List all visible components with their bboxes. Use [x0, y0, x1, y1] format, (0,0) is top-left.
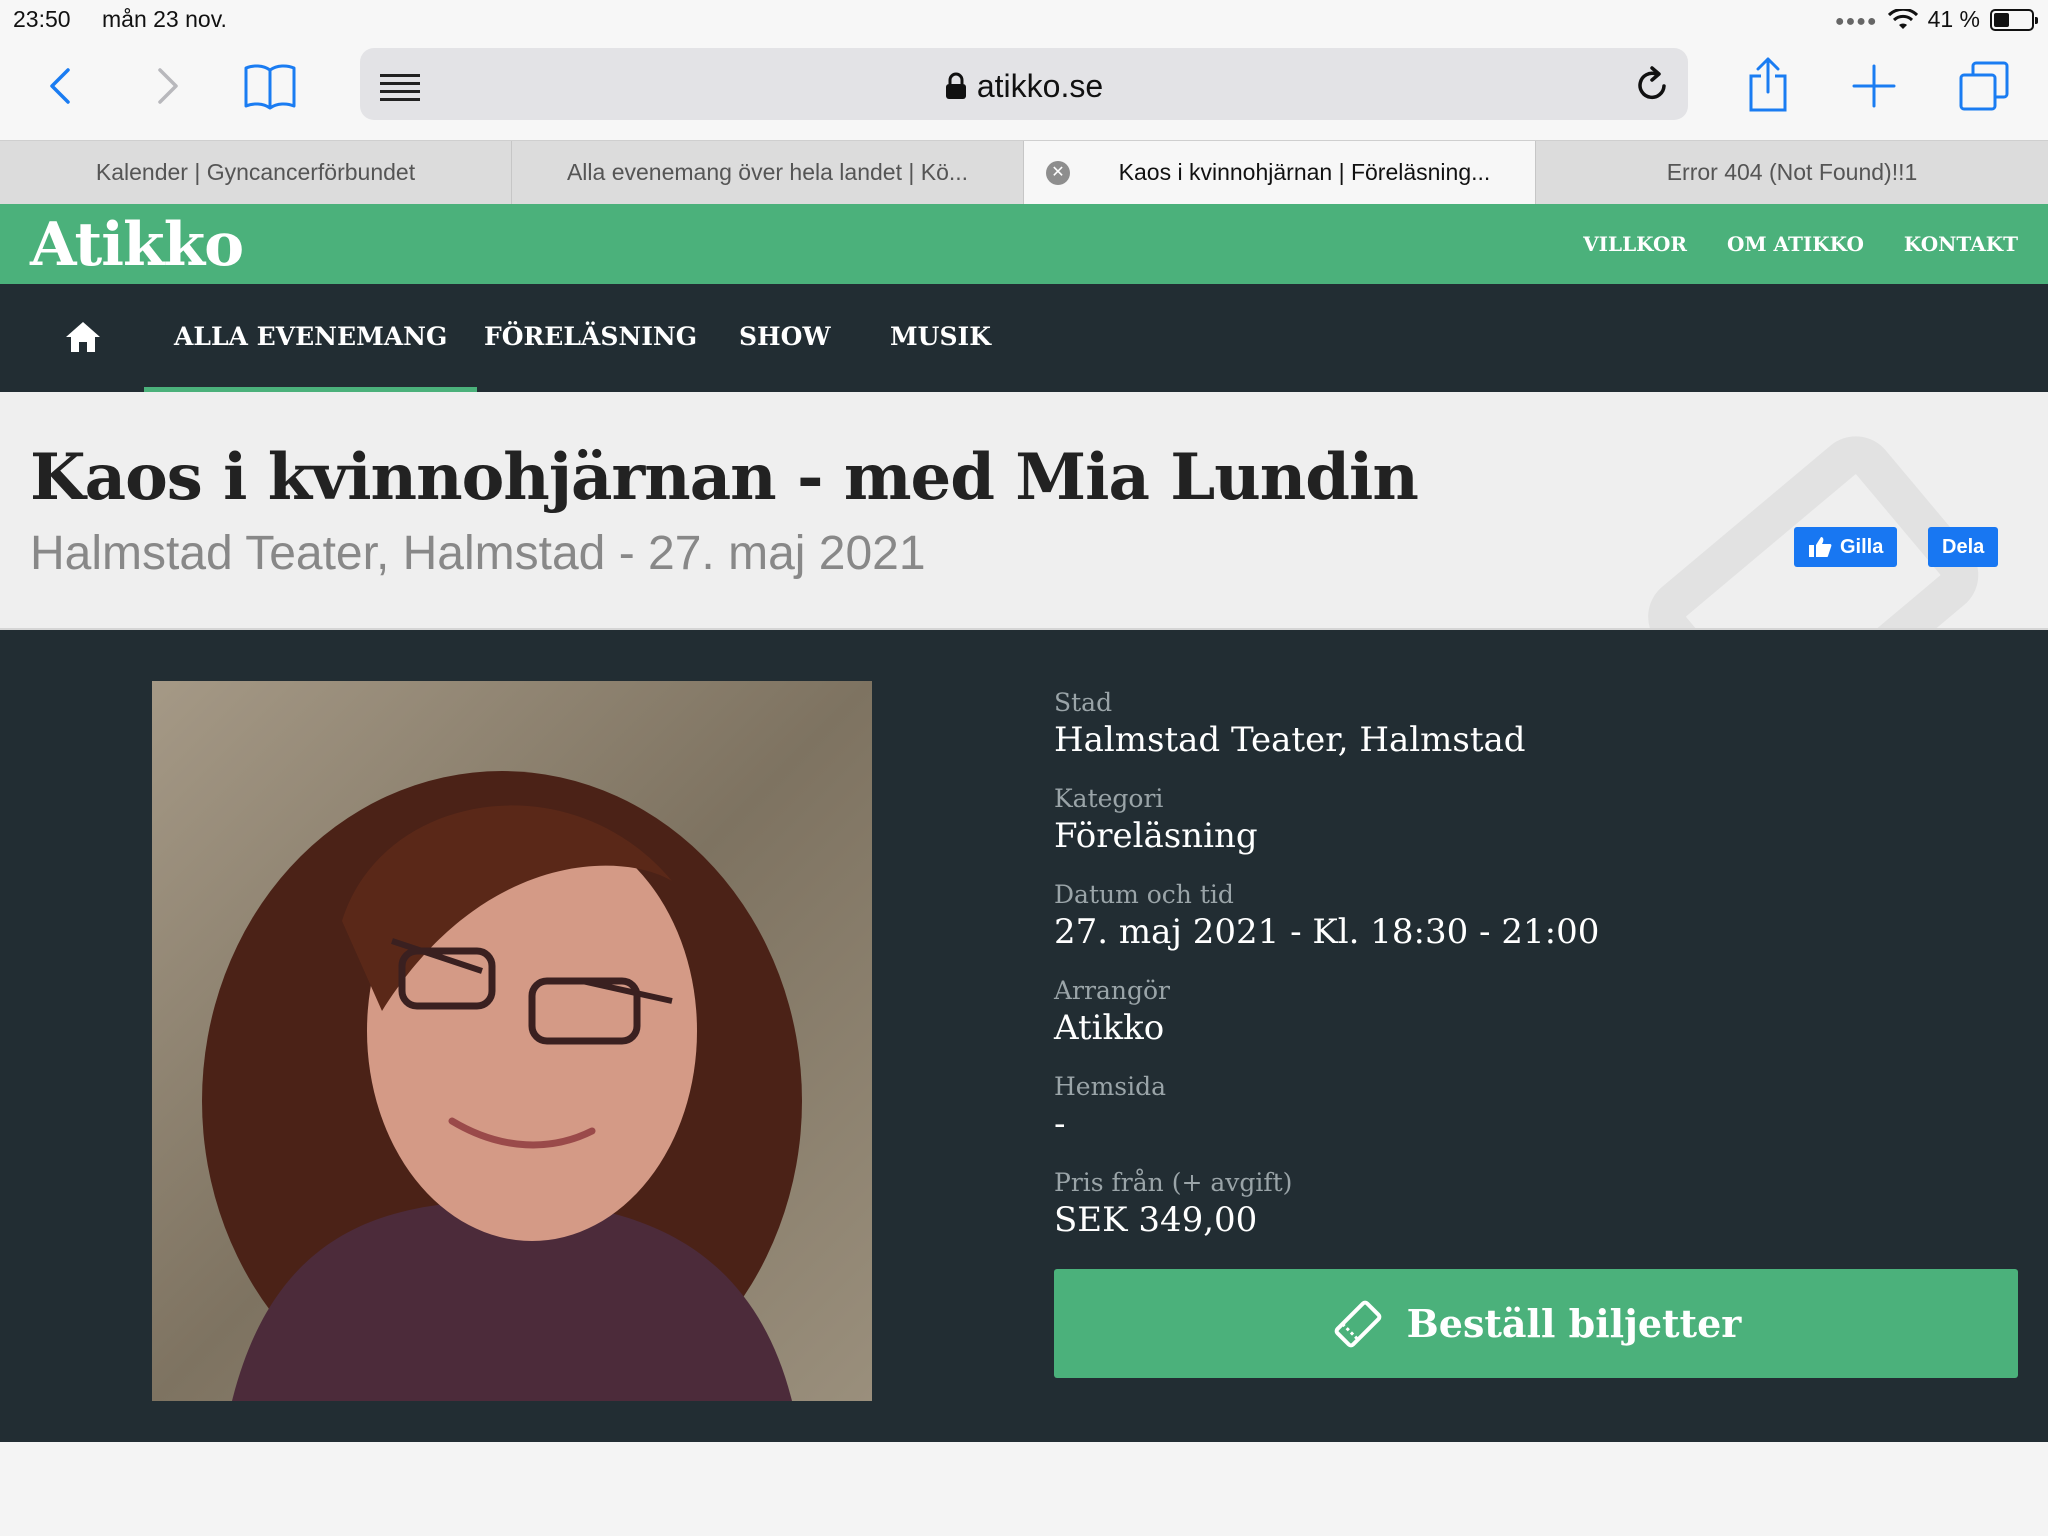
info-value-hemsida[interactable]: -: [1054, 1104, 1599, 1144]
status-time: 23:50: [13, 6, 71, 32]
logo-text: Atikko: [30, 210, 244, 280]
status-date: mån 23 nov.: [102, 6, 227, 32]
address-bar[interactable]: atikko.se: [360, 48, 1688, 120]
battery-icon: [1990, 8, 2038, 31]
info-value-datum: 27. maj 2021 - Kl. 18:30 - 21:00: [1054, 912, 1600, 952]
back-icon[interactable]: [44, 62, 76, 110]
tab-kaos-active[interactable]: ✕ Kaos i kvinnohjärnan | Föreläsning...: [1024, 141, 1536, 205]
tab-gyncancer[interactable]: Kalender | Gyncancerförbundet: [0, 141, 512, 205]
status-indicators: ●●●● 41 %: [1834, 6, 2038, 33]
bookmarks-icon[interactable]: [242, 58, 298, 114]
event-info: Stad Halmstad Teater, Halmstad Kategori …: [1054, 688, 1599, 1240]
browser-toolbar: atikko.se: [0, 42, 2048, 140]
event-subtitle: Halmstad Teater, Halmstad - 27. maj 2021: [30, 527, 926, 580]
thumbs-up-icon: [1809, 537, 1832, 557]
main-nav: ALLA EVENEMANG FÖRELÄSNING SHOW MUSIK: [0, 284, 2048, 393]
browser-tabs: Kalender | Gyncancerförbundet Alla evene…: [0, 140, 2048, 205]
info-label-kategori: Kategori: [1054, 784, 1164, 813]
info-value-pris: SEK 349,00: [1054, 1200, 1258, 1240]
top-nav: VILLKOR OM ATIKKO KONTAKT: [1583, 232, 2018, 256]
atikko-logo[interactable]: Atikko: [30, 210, 244, 280]
site-header: Atikko VILLKOR OM ATIKKO KONTAKT: [0, 204, 2048, 284]
tab-label: Error 404 (Not Found)!!1: [1666, 159, 1918, 185]
info-value-stad: Halmstad Teater, Halmstad: [1054, 720, 1526, 760]
cellular-dots-icon: ●●●●: [1834, 12, 1878, 30]
info-label-hemsida: Hemsida: [1054, 1072, 1167, 1101]
tab-label: Kaos i kvinnohjärnan | Föreläsning...: [1118, 159, 1491, 185]
reload-icon[interactable]: [1636, 66, 1670, 106]
info-value-arrangor: Atikko: [1054, 1008, 1165, 1048]
tabs-overview-icon[interactable]: [1956, 58, 2012, 114]
tab-label: Alla evenemang över hela landet | Kö...: [566, 159, 969, 185]
lock-icon: [945, 72, 966, 99]
nav-villkor[interactable]: VILLKOR: [1583, 232, 1687, 256]
like-label: Gilla: [1840, 535, 1884, 558]
nav-musik[interactable]: MUSIK: [890, 322, 991, 351]
tab-alla-evenemang[interactable]: Alla evenemang över hela landet | Kö...: [512, 141, 1024, 205]
battery-level: [1994, 12, 2009, 27]
nav-forelasning[interactable]: FÖRELÄSNING: [484, 322, 697, 351]
url-display[interactable]: atikko.se: [360, 68, 1688, 105]
home-icon[interactable]: [64, 320, 102, 358]
status-bar: 23:50 mån 23 nov. ●●●● 41 %: [0, 0, 2048, 42]
info-label-datum: Datum och tid: [1054, 880, 1234, 909]
facebook-like-button[interactable]: Gilla: [1794, 527, 1898, 567]
event-details-section: Stad Halmstad Teater, Halmstad Kategori …: [0, 630, 2048, 1442]
event-header: Kaos i kvinnohjärnan - med Mia Lundin Ha…: [0, 392, 2048, 630]
event-title: Kaos i kvinnohjärnan - med Mia Lundin: [30, 440, 1419, 515]
ticket-icon: [1334, 1300, 1382, 1347]
info-label-arrangor: Arrangör: [1054, 976, 1170, 1005]
facebook-share-button[interactable]: Dela: [1928, 527, 1999, 567]
info-value-kategori: Föreläsning: [1054, 816, 1258, 856]
share-label: Dela: [1942, 535, 1985, 558]
nav-show[interactable]: SHOW: [739, 322, 831, 351]
tab-error-404[interactable]: Error 404 (Not Found)!!1: [1536, 141, 2048, 205]
battery-percent: 41 %: [1927, 6, 1980, 32]
nav-om-atikko[interactable]: OM ATIKKO: [1727, 232, 1864, 256]
nav-kontakt[interactable]: KONTAKT: [1904, 232, 2018, 256]
wifi-icon: [1887, 8, 1918, 29]
order-tickets-button[interactable]: Beställ biljetter: [1054, 1269, 2018, 1378]
info-label-stad: Stad: [1054, 688, 1113, 717]
new-tab-icon[interactable]: [1850, 62, 1898, 110]
event-photo: [152, 681, 872, 1401]
nav-alla-evenemang[interactable]: ALLA EVENEMANG: [143, 322, 478, 393]
url-text: atikko.se: [976, 68, 1104, 104]
forward-icon[interactable]: [152, 62, 184, 110]
close-tab-icon[interactable]: ✕: [1046, 161, 1070, 185]
share-icon[interactable]: [1742, 52, 1794, 116]
page-bottom: [0, 1442, 2048, 1536]
info-label-pris: Pris från (+ avgift): [1054, 1168, 1293, 1197]
tab-label: Kalender | Gyncancerförbundet: [95, 159, 416, 185]
order-tickets-label: Beställ biljetter: [1406, 1301, 1742, 1346]
